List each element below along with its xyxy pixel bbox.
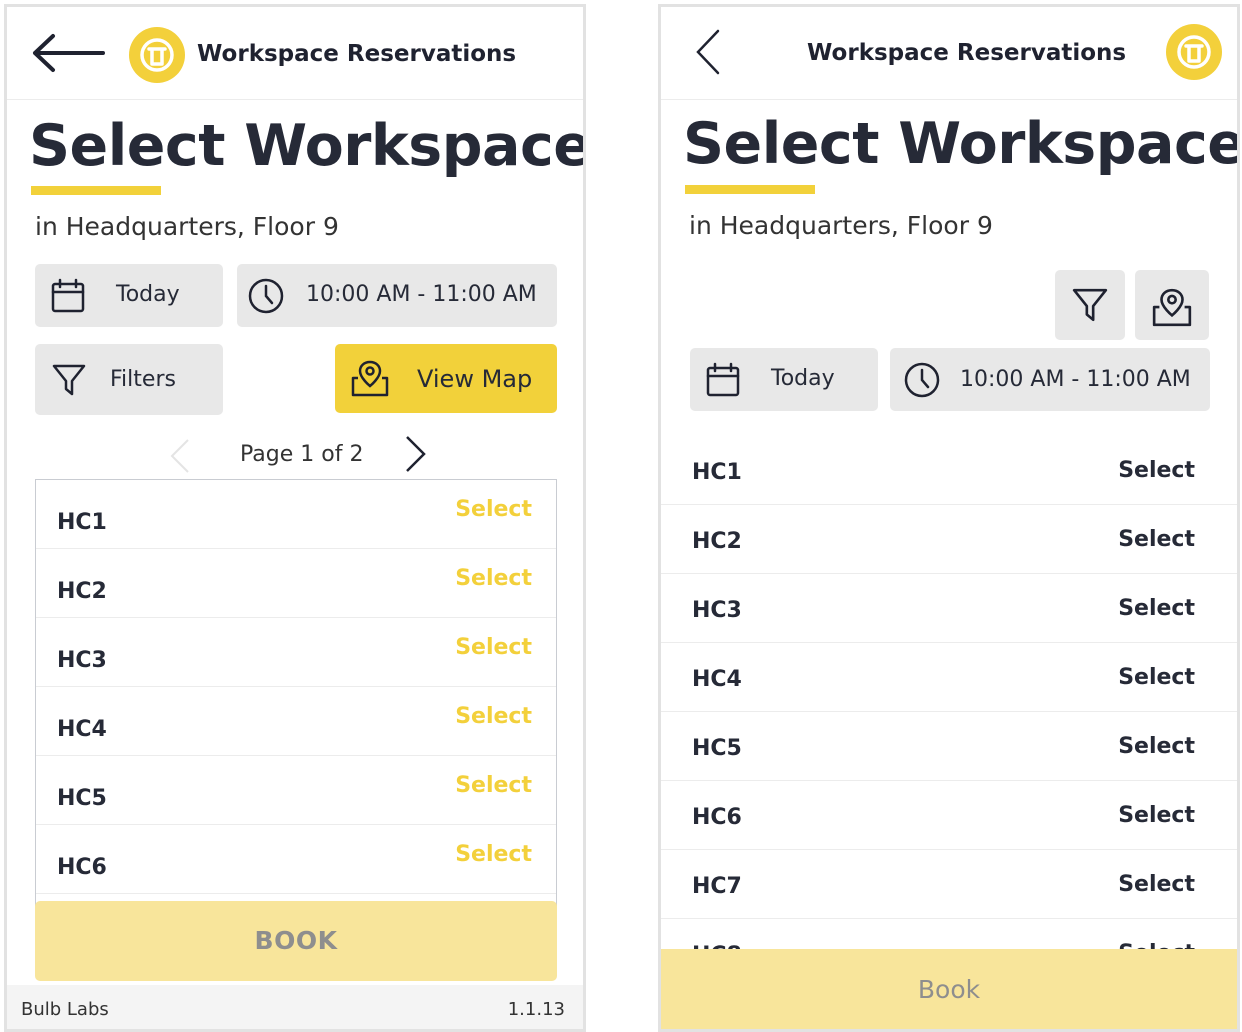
time-range-button[interactable]: 10:00 AM - 11:00 AM: [237, 264, 557, 327]
workspace-name: HC5: [692, 736, 742, 761]
workspace-name: HC7: [692, 874, 742, 899]
workspace-row[interactable]: HC5 Select: [661, 712, 1237, 781]
map-button[interactable]: [1135, 270, 1209, 340]
select-button[interactable]: Select: [1118, 596, 1195, 621]
workspace-name: HC1: [692, 460, 742, 485]
select-button[interactable]: Select: [455, 842, 532, 867]
workspace-name: HC3: [57, 648, 107, 673]
title-underline: [31, 186, 161, 195]
brand-logo-icon: [129, 27, 185, 83]
header-title: Workspace Reservations: [197, 41, 517, 67]
clock-icon: [247, 277, 285, 319]
page-title: Select Workspace: [683, 111, 1240, 177]
left-phone-screen: Workspace Reservations Select Workspace …: [4, 4, 586, 1032]
workspace-name: HC6: [57, 855, 107, 880]
calendar-icon: [705, 362, 741, 402]
workspace-name: HC2: [57, 579, 107, 604]
next-page-icon[interactable]: [404, 435, 428, 477]
workspace-row[interactable]: HC3 Select: [36, 618, 556, 687]
select-button[interactable]: Select: [1118, 665, 1195, 690]
workspace-row[interactable]: HC4 Select: [661, 643, 1237, 712]
time-label: 10:00 AM - 11:00 AM: [960, 367, 1191, 392]
workspace-name: HC6: [692, 805, 742, 830]
brand-logo-icon: [1166, 24, 1222, 80]
select-button[interactable]: Select: [455, 635, 532, 660]
workspace-row[interactable]: HC1 Select: [661, 436, 1237, 505]
arrow-left-icon[interactable]: [31, 33, 105, 77]
book-button[interactable]: Book: [661, 949, 1237, 1029]
workspace-name: HC5: [57, 786, 107, 811]
select-button[interactable]: Select: [455, 566, 532, 591]
filters-button[interactable]: Filters: [35, 344, 223, 415]
map-pin-icon: [1152, 288, 1192, 327]
title-underline: [685, 185, 815, 194]
workspace-row[interactable]: HC2 Select: [661, 505, 1237, 574]
chevron-left-icon[interactable]: [695, 29, 721, 79]
filter-icon: [1072, 288, 1108, 322]
map-pin-icon: [350, 358, 390, 402]
date-label: Today: [116, 282, 180, 307]
select-button[interactable]: Select: [1118, 872, 1195, 897]
footer-company: Bulb Labs: [21, 999, 109, 1020]
workspace-row[interactable]: HC4 Select: [36, 687, 556, 756]
calendar-icon: [50, 278, 86, 318]
date-label: Today: [771, 366, 835, 391]
workspace-row[interactable]: HC2 Select: [36, 549, 556, 618]
view-map-label: View Map: [417, 365, 533, 393]
view-map-button[interactable]: View Map: [335, 344, 557, 413]
workspace-name: HC3: [692, 598, 742, 623]
location-subtitle: in Headquarters, Floor 9: [689, 211, 993, 240]
select-button[interactable]: Select: [1118, 458, 1195, 483]
workspace-list: HC1 Select HC2 Select HC3 Select HC4 Select HC5 S…: [661, 436, 1237, 951]
app-footer: Bulb Labs 1.1.13: [7, 985, 583, 1029]
time-label: 10:00 AM - 11:00 AM: [306, 282, 537, 307]
app-header: Workspace Reservations: [7, 7, 583, 100]
workspace-name: HC1: [57, 510, 107, 535]
workspace-row[interactable]: HC8Select: [661, 919, 1237, 951]
workspace-row[interactable]: HC6 Select: [661, 781, 1237, 850]
workspace-list: HC1 Select HC2 Select HC3 Select HC4 Select HC5 S…: [35, 479, 557, 909]
location-subtitle: in Headquarters, Floor 9: [35, 212, 339, 241]
select-button[interactable]: Select: [1118, 803, 1195, 828]
select-button[interactable]: Select: [455, 773, 532, 798]
workspace-row[interactable]: HC7 Select: [661, 850, 1237, 919]
select-button[interactable]: Select: [455, 704, 532, 729]
workspace-name: HC4: [692, 667, 742, 692]
right-phone-screen: Workspace Reservations Select Workspace …: [658, 4, 1240, 1032]
clock-icon: [903, 361, 941, 403]
select-button[interactable]: Select: [1118, 527, 1195, 552]
page-title: Select Workspace: [29, 113, 586, 179]
workspace-row[interactable]: HC6 Select: [36, 825, 556, 894]
date-picker-button[interactable]: Today: [690, 348, 878, 411]
app-header: Workspace Reservations: [661, 7, 1237, 100]
workspace-name: HC2: [692, 529, 742, 554]
book-button[interactable]: BOOK: [35, 901, 557, 981]
footer-version: 1.1.13: [507, 999, 565, 1020]
filters-label: Filters: [110, 367, 176, 392]
workspace-row[interactable]: HC1 Select: [36, 480, 556, 549]
page-indicator: Page 1 of 2: [240, 442, 364, 467]
workspace-row[interactable]: HC5 Select: [36, 756, 556, 825]
workspace-name: HC4: [57, 717, 107, 742]
select-button[interactable]: Select: [455, 497, 532, 522]
workspace-row[interactable]: HC3 Select: [661, 574, 1237, 643]
previous-page-icon[interactable]: [169, 438, 191, 478]
filter-icon: [51, 362, 87, 402]
header-title: Workspace Reservations: [807, 40, 1127, 66]
filter-button[interactable]: [1055, 270, 1125, 340]
select-button[interactable]: Select: [1118, 734, 1195, 759]
time-range-button[interactable]: 10:00 AM - 11:00 AM: [890, 348, 1210, 411]
date-picker-button[interactable]: Today: [35, 264, 223, 327]
